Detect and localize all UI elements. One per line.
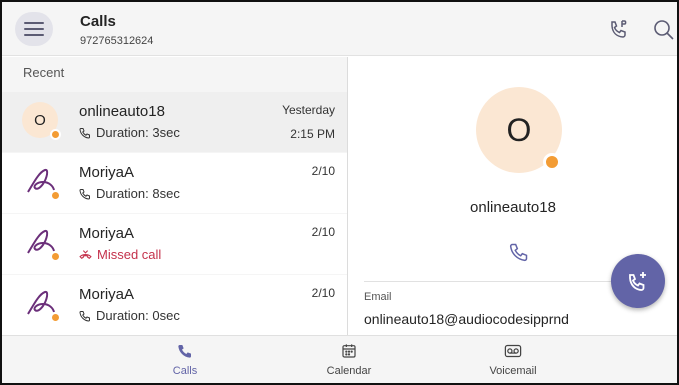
call-detail: Duration: 0sec [79,308,180,323]
calendar-icon [342,344,356,358]
call-button[interactable] [508,241,530,263]
voicemail-icon [504,344,522,358]
contact-name: MoriyaA [79,286,135,303]
outgoing-call-icon [79,310,90,322]
list-item[interactable]: MoriyaA Duration: 0sec 2/10 [2,275,347,335]
list-item[interactable]: MoriyaA Duration: 8sec 2/10 [2,153,347,213]
presence-badge [50,312,61,323]
call-detail: Duration: 3sec [79,125,180,140]
call-date: 2/10 [311,164,335,178]
contact-name: MoriyaA [79,164,135,181]
call-time: 2:15 PM [290,127,335,141]
avatar-initial: O [506,111,532,148]
call-duration: Duration: 8sec [96,186,180,201]
contact-name: onlineauto18 [470,199,556,216]
call-date: Yesterday [282,103,335,117]
presence-badge [50,190,61,201]
bottom-nav: Calls Calendar Voicemail [2,335,677,383]
nav-voicemail[interactable]: Voicemail [468,341,558,377]
nav-calendar[interactable]: Calendar [304,341,394,377]
call-date: 2/10 [311,225,335,239]
missed-call-icon [79,249,92,259]
nav-calls-label: Calls [172,365,198,377]
call-date: 2/10 [311,286,335,300]
phone-number: 972765312624 [80,35,154,47]
hamburger-icon [24,22,44,36]
nav-voicemail-label: Voicemail [489,365,537,377]
phone-dialpad-icon [611,20,627,38]
presence-badge [543,153,561,171]
call-duration: Duration: 3sec [96,125,180,140]
page-title: Calls [80,13,116,30]
recent-calls-list: Recent O onlineauto18 Duration: 3sec Yes… [2,57,348,335]
phone-icon [509,243,528,262]
outgoing-call-icon [79,127,90,139]
email-label: Email [364,291,392,303]
nav-calendar-label: Calendar [326,365,372,377]
incoming-call-icon [79,188,90,200]
email-value[interactable]: onlineauto18@audiocodesipprnd [364,311,569,327]
contact-name: onlineauto18 [79,103,165,120]
avatar-initial: O [34,111,46,129]
search-icon [654,20,674,40]
list-item[interactable]: O onlineauto18 Duration: 3sec Yesterday … [2,92,347,152]
dialpad-button[interactable] [607,18,631,42]
contact-name: MoriyaA [79,225,135,242]
call-duration: Duration: 0sec [96,308,180,323]
section-label: Recent [23,65,65,80]
missed-call-label: Missed call [97,247,162,262]
call-detail: Missed call [79,247,161,262]
call-detail: Duration: 8sec [79,186,180,201]
app-header: Calls 972765312624 [2,2,677,56]
new-call-button[interactable] [611,254,665,308]
menu-button[interactable] [15,12,53,46]
presence-badge [50,251,61,262]
add-call-icon [629,272,646,291]
search-button[interactable] [652,18,676,42]
nav-calls[interactable]: Calls [140,341,230,377]
list-item[interactable]: MoriyaA Missed call 2/10 [2,214,347,274]
presence-badge [50,129,61,140]
phone-icon [178,345,191,358]
